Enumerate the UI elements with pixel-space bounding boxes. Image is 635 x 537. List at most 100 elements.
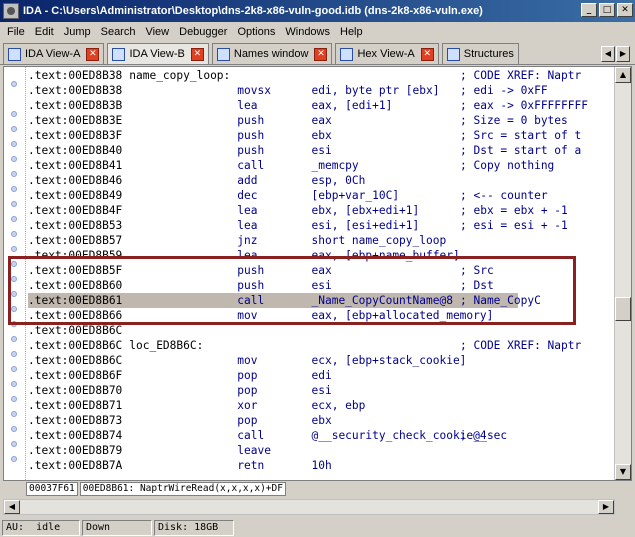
menu-search[interactable]: Search xyxy=(96,26,141,38)
close-icon[interactable]: ✕ xyxy=(420,47,434,61)
menu-edit[interactable]: Edit xyxy=(30,26,59,38)
line-comment: ; Dst = start of a xyxy=(460,144,582,157)
close-icon[interactable]: ✕ xyxy=(86,47,100,61)
line-address: .text:00ED8B79 xyxy=(28,444,123,457)
line-address: .text:00ED8B6F xyxy=(28,369,123,382)
line-label: name_copy_loop: xyxy=(129,69,231,82)
line-address: .text:00ED8B7A xyxy=(28,459,123,472)
line-operands: eax xyxy=(311,114,332,127)
flow-arrow-icon xyxy=(11,246,17,252)
line-address: .text:00ED8B38 xyxy=(28,69,123,82)
line-mnemonic: lea xyxy=(237,249,258,262)
line-comment: ; Src xyxy=(460,264,494,277)
tab-label: Structures xyxy=(463,48,514,60)
line-operands: ebx xyxy=(311,129,332,142)
menu-help[interactable]: Help xyxy=(335,26,368,38)
tab-structures[interactable]: Structures xyxy=(441,43,519,64)
flow-arrow-icon xyxy=(11,366,17,372)
code-listing[interactable]: .text:00ED8B38 name_copy_loop: ; CODE XREF… xyxy=(28,67,614,480)
flow-arrow-icon xyxy=(11,276,17,282)
close-button[interactable]: ✕ xyxy=(617,3,633,17)
flow-arrow-icon xyxy=(11,171,17,177)
menu-options[interactable]: Options xyxy=(232,26,280,38)
menu-file[interactable]: File xyxy=(2,26,30,38)
tab-label: Names window xyxy=(233,48,309,60)
tab-names-window[interactable]: Names window ✕ xyxy=(211,43,333,64)
flow-arrow-icon xyxy=(11,456,17,462)
line-mnemonic: pop xyxy=(237,414,258,427)
menu-view[interactable]: View xyxy=(140,26,174,38)
status-bar: AU: idle Down Disk: 18GB xyxy=(0,518,635,537)
flow-arrow-icon xyxy=(11,441,17,447)
line-operands: esi xyxy=(311,279,332,292)
line-mnemonic: pop xyxy=(237,384,258,397)
line-operands: [ebp+var_10C] xyxy=(311,189,400,202)
line-address: .text:00ED8B3B xyxy=(28,99,123,112)
ida-app-icon[interactable] xyxy=(3,3,19,19)
line-mnemonic: push xyxy=(237,144,265,157)
flow-arrow-icon xyxy=(11,321,17,327)
maximize-button[interactable]: □ xyxy=(599,3,615,17)
scroll-thumb[interactable] xyxy=(615,297,631,321)
line-operands: eax, [ebp+allocated_memory] xyxy=(311,309,494,322)
hex-view-icon xyxy=(340,47,354,61)
line-comment: ; Size = 0 bytes xyxy=(460,114,568,127)
line-comment: ; Dst xyxy=(460,279,494,292)
line-address: .text:00ED8B4F xyxy=(28,204,123,217)
flow-arrow-icon xyxy=(11,216,17,222)
close-icon[interactable]: ✕ xyxy=(314,47,328,61)
line-address: .text:00ED8B6C xyxy=(28,354,123,367)
line-address: .text:00ED8B5F xyxy=(28,264,123,277)
line-operands: short name_copy_loop xyxy=(311,234,447,247)
tab-ida-view-b[interactable]: IDA View-B ✕ xyxy=(107,43,209,64)
line-operands: 10h xyxy=(311,459,332,472)
line-address: .text:00ED8B74 xyxy=(28,429,123,442)
line-address: .text:00ED8B71 xyxy=(28,399,123,412)
flow-arrow-icon xyxy=(11,81,17,87)
disassembly-view[interactable]: .text:00ED8B38 name_copy_loop: ; CODE XREF… xyxy=(3,66,632,481)
flow-arrow-icon xyxy=(11,381,17,387)
flow-arrow-icon xyxy=(11,141,17,147)
file-offset: 00037F61 xyxy=(26,482,78,496)
flow-arrow-icon xyxy=(11,126,17,132)
tab-ida-view-a[interactable]: IDA View-A ✕ xyxy=(3,43,105,64)
vertical-scrollbar[interactable]: ▲ ▼ xyxy=(614,67,631,480)
line-address: .text:00ED8B3E xyxy=(28,114,123,127)
close-icon[interactable]: ✕ xyxy=(190,47,204,61)
scroll-left-icon[interactable]: ◀ xyxy=(4,500,20,514)
line-mnemonic: lea xyxy=(237,99,258,112)
minimize-button[interactable]: _ xyxy=(581,3,597,17)
line-mnemonic: lea xyxy=(237,204,258,217)
line-operands: esi xyxy=(311,144,332,157)
flow-arrow-icon xyxy=(11,201,17,207)
line-comment: ; CODE XREF: Naptr xyxy=(460,339,582,352)
line-mnemonic: movsx xyxy=(237,84,271,97)
horizontal-scrollbar[interactable]: ◀ ▶ xyxy=(3,499,615,515)
line-operands: esi xyxy=(311,384,332,397)
line-address: .text:00ED8B38 xyxy=(28,84,123,97)
arrows-gutter xyxy=(4,67,26,480)
menu-jump[interactable]: Jump xyxy=(59,26,96,38)
line-mnemonic: dec xyxy=(237,189,258,202)
tab-hex-view-a[interactable]: Hex View-A ✕ xyxy=(335,43,439,64)
tab-label: IDA View-B xyxy=(129,48,185,60)
tab-scroll-right-icon[interactable]: ▶ xyxy=(616,46,630,62)
scroll-down-icon[interactable]: ▼ xyxy=(615,464,631,480)
line-comment: ; <-- counter xyxy=(460,189,548,202)
line-operands: _memcpy xyxy=(311,159,359,172)
scroll-up-icon[interactable]: ▲ xyxy=(615,67,631,83)
flow-arrow-icon xyxy=(11,186,17,192)
tab-scroll-left-icon[interactable]: ◀ xyxy=(601,46,615,62)
line-mnemonic: lea xyxy=(237,219,258,232)
ida-view-icon xyxy=(8,47,21,61)
line-operands: ebx, [ebx+edi+1] xyxy=(311,204,420,217)
flow-arrow-icon xyxy=(11,261,17,267)
menu-debugger[interactable]: Debugger xyxy=(174,26,232,38)
line-mnemonic: push xyxy=(237,114,265,127)
line-comment: ; Name_CopyC xyxy=(460,294,541,307)
line-address: .text:00ED8B6C xyxy=(28,324,123,337)
scroll-right-icon[interactable]: ▶ xyxy=(598,500,614,514)
line-comment: ; Copy nothing xyxy=(460,159,555,172)
menu-windows[interactable]: Windows xyxy=(280,26,335,38)
line-comment: ; esi = esi + -1 xyxy=(460,219,568,232)
